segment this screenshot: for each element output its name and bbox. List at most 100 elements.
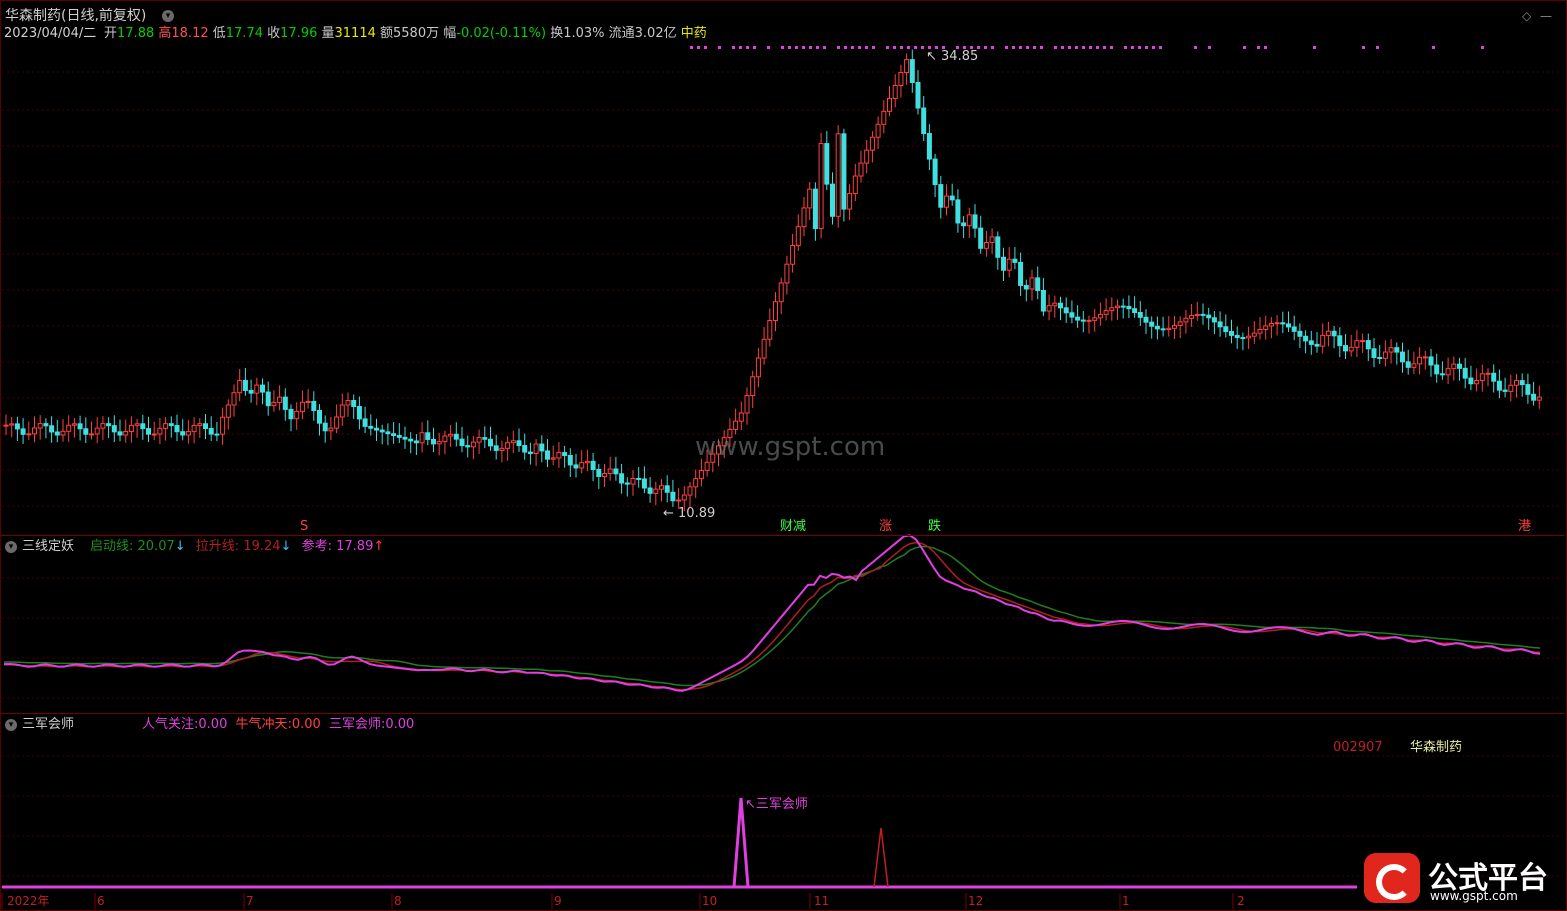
signal-dot — [893, 46, 896, 49]
candle-body — [1194, 313, 1200, 317]
signal-dot — [1096, 46, 1099, 49]
candle-body — [1018, 261, 1024, 286]
candle-body — [1434, 364, 1440, 375]
candle-body — [1394, 347, 1400, 353]
panel3-name[interactable]: 三军会师 — [22, 717, 74, 733]
candle-body — [630, 477, 636, 485]
panel2-name[interactable]: 三线定妖 — [22, 539, 74, 555]
signal-dot — [1138, 46, 1141, 49]
candle-body — [402, 436, 408, 440]
candle-body — [151, 433, 157, 436]
candle-body — [60, 430, 66, 436]
candle-body — [1251, 332, 1257, 337]
candle-body — [1223, 326, 1229, 333]
candle-body — [1103, 310, 1109, 315]
candle-body — [1274, 322, 1280, 325]
candle-body — [624, 482, 630, 485]
candle-body — [1200, 313, 1206, 316]
candle-body — [869, 136, 875, 151]
panel2-toggle-icon[interactable]: ▾ — [5, 541, 17, 553]
candle-body — [1189, 315, 1195, 319]
candle-body — [391, 433, 397, 437]
candle-body — [602, 473, 607, 477]
stock-code: 002907 — [1333, 740, 1383, 755]
candle-body — [1075, 316, 1081, 321]
signal-dot — [1124, 46, 1127, 49]
candle-body — [1365, 340, 1371, 350]
candle-body — [1132, 308, 1138, 314]
signal-dot — [1208, 46, 1211, 49]
max-price-label: ↖ 34.85 — [926, 49, 979, 64]
candle-body — [1377, 356, 1383, 359]
x-axis-label: 12 — [968, 894, 984, 908]
candle-body — [1468, 377, 1474, 385]
candle-body — [385, 431, 391, 435]
candle-body — [1514, 380, 1519, 386]
signal-dot — [1019, 46, 1022, 49]
candle-body — [636, 477, 642, 480]
candle-body — [1177, 321, 1183, 327]
candle-body — [356, 405, 362, 420]
candle-body — [334, 416, 340, 429]
line-cankao — [3, 534, 1541, 692]
signal-dot — [732, 46, 735, 49]
candle-body — [596, 468, 602, 477]
gspt-logo: 公式平台 www.gspt.com — [1358, 853, 1560, 909]
candle-body — [242, 379, 248, 391]
candle-body — [1029, 277, 1035, 290]
candle-body — [1286, 323, 1291, 328]
signal-dot — [781, 46, 784, 49]
candle-body — [881, 110, 887, 125]
candle-body — [784, 263, 790, 284]
candle-body — [983, 241, 989, 249]
candle-body — [1491, 372, 1497, 382]
x-axis-label: 8 — [394, 894, 402, 908]
signal-dot — [1194, 46, 1197, 49]
signal-dot — [1110, 46, 1113, 49]
candle-body — [157, 427, 163, 435]
candle-body — [1166, 327, 1172, 331]
candle-body — [225, 404, 231, 418]
candle-body — [1400, 351, 1405, 363]
signal-dot — [1481, 46, 1484, 49]
candle-body — [1206, 314, 1212, 319]
panel3-toggle-icon[interactable]: ▾ — [5, 719, 17, 731]
marker-s: S — [300, 519, 309, 534]
candle-body — [248, 389, 254, 394]
candle-body — [522, 445, 528, 453]
candle-body — [442, 435, 448, 443]
candle-body — [1035, 277, 1041, 291]
signal-dot — [872, 46, 875, 49]
candle-body — [431, 438, 436, 445]
candle-body — [465, 445, 471, 448]
signal-dot — [921, 46, 924, 49]
candle-body — [516, 440, 522, 447]
candle-body — [812, 188, 818, 230]
candle-body — [1160, 328, 1166, 331]
stock-name: 华森制药 — [1410, 740, 1463, 755]
signal-dot — [858, 46, 861, 49]
candle-body — [488, 438, 493, 447]
candle-body — [619, 473, 625, 484]
line1-value: 20.07 — [137, 539, 175, 554]
candle-body — [174, 425, 180, 433]
candle-body — [955, 199, 961, 224]
candle-body — [1382, 351, 1388, 359]
candle-body — [733, 420, 739, 430]
candle-body — [1229, 331, 1234, 336]
candle-body — [294, 410, 300, 420]
candle-body — [579, 462, 585, 469]
candle-body — [1246, 335, 1252, 339]
watermark: www.gspt.com — [695, 432, 886, 462]
signal-dot — [767, 46, 770, 49]
candle-body — [824, 143, 830, 185]
signal-dot — [1026, 46, 1029, 49]
candle-body — [1257, 328, 1263, 334]
candle-body — [425, 432, 431, 440]
signal-dot — [1159, 46, 1162, 49]
candle-body — [921, 107, 927, 135]
candle-body — [545, 450, 550, 460]
candle-body — [704, 461, 710, 471]
candle-body — [1052, 302, 1058, 307]
candle-body — [693, 478, 699, 488]
